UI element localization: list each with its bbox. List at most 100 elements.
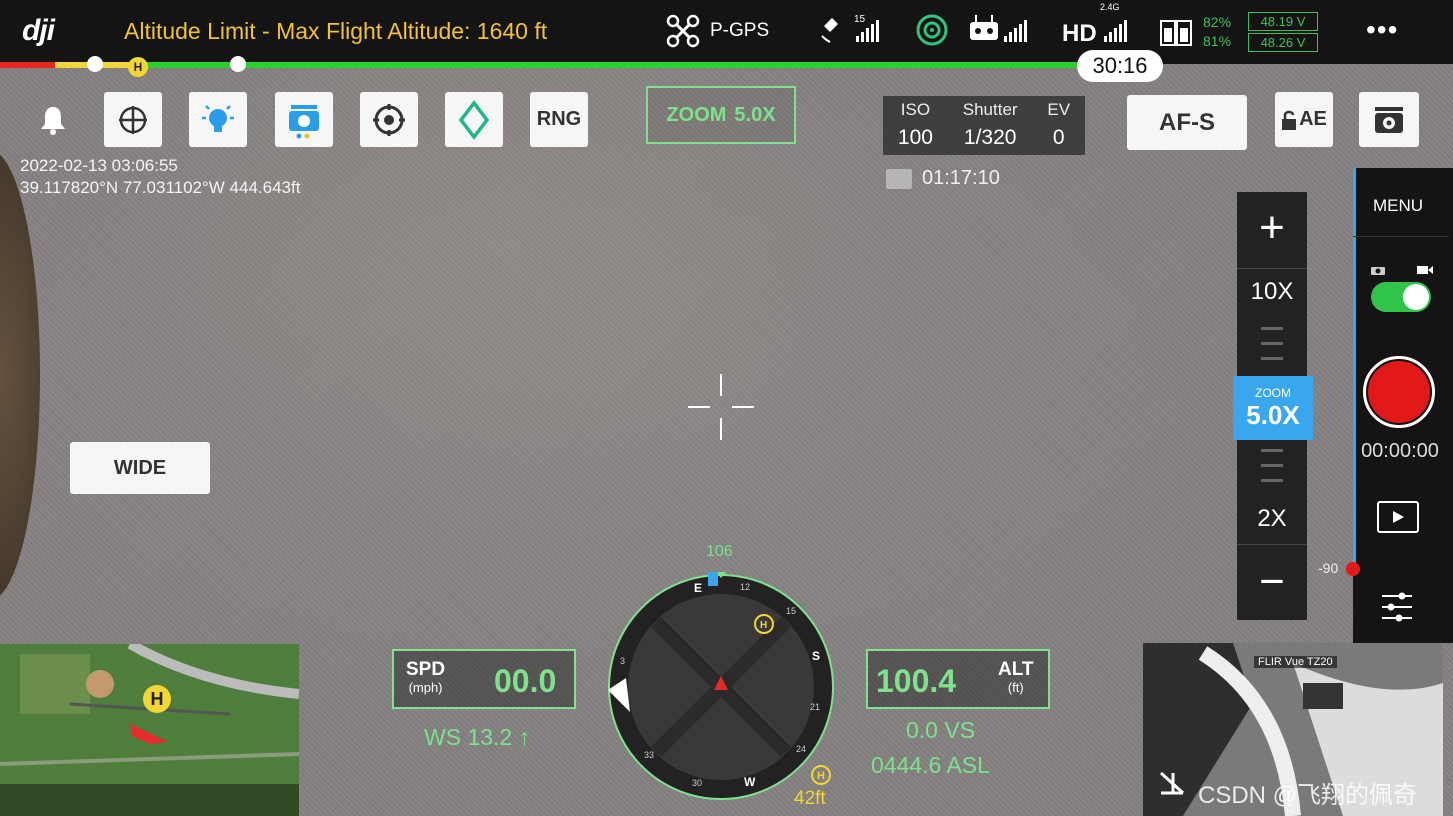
- compass-label-w: W: [744, 775, 756, 789]
- gps-status[interactable]: [820, 12, 856, 49]
- beacon-light-button[interactable]: [189, 92, 247, 147]
- gps-signal-bars-icon: [856, 20, 879, 47]
- sliders-adjust-icon[interactable]: [1380, 590, 1414, 629]
- compass-tick-21: 21: [810, 702, 820, 712]
- altitude-value: 100.4: [876, 663, 957, 699]
- photo-video-toggle[interactable]: [1371, 282, 1431, 312]
- zoom-preset-10x[interactable]: 10X: [1237, 278, 1307, 306]
- compass-tick-15: 15: [786, 606, 796, 616]
- hd-signal-bars-icon: [1104, 20, 1127, 47]
- crosshair-icon: [688, 374, 754, 440]
- altitude-label: ALT: [998, 659, 1034, 680]
- compass-tick-3: 3: [620, 656, 625, 666]
- drone-icon: [666, 14, 700, 48]
- minimap[interactable]: H: [0, 644, 299, 816]
- more-menu-button[interactable]: •••: [1366, 14, 1398, 46]
- iso-setting[interactable]: ISO 100: [898, 100, 933, 155]
- zoom-slider-handle[interactable]: ZOOM 5.0X: [1233, 376, 1313, 440]
- menu-button[interactable]: MENU: [1353, 196, 1443, 216]
- zoom-tick: [1261, 464, 1283, 467]
- compass-tick-33: 33: [644, 750, 654, 760]
- satellite-map: [0, 644, 299, 816]
- zoom-preset-2x[interactable]: 2X: [1237, 505, 1307, 533]
- zoom-tick: [1261, 449, 1283, 452]
- toggle-knob: [1403, 284, 1429, 310]
- gimbal-pitch-value: -90: [1318, 560, 1339, 576]
- panel-divider: [1353, 236, 1449, 237]
- battery-flight-progress-bar: [0, 56, 1090, 72]
- zoom-out-button[interactable]: −: [1237, 554, 1307, 610]
- iso-label: ISO: [900, 100, 931, 119]
- zoom-indicator[interactable]: ZOOM 5.0X: [646, 86, 796, 144]
- capture-panel: MENU 00:00:00: [1353, 168, 1453, 643]
- camera-stack-icon: [289, 104, 319, 138]
- location-info: 2022-02-13 03:06:55 39.117820°N 77.03110…: [20, 155, 300, 199]
- satellite-icon: [821, 18, 838, 43]
- thermal-camera-label: FLIR Vue TZ20: [1254, 656, 1337, 668]
- shutter-setting[interactable]: Shutter 1/320: [963, 100, 1018, 155]
- altitude-limit-alert[interactable]: Altitude Limit - Max Flight Altitude: 16…: [124, 18, 547, 45]
- bell-icon[interactable]: [38, 104, 68, 141]
- remote-controller-signal[interactable]: [968, 12, 1002, 51]
- ev-value: 0: [1052, 126, 1065, 149]
- ev-setting[interactable]: EV 0: [1047, 100, 1070, 155]
- zoom-in-button[interactable]: +: [1237, 200, 1307, 256]
- speed-unit: (mph): [408, 680, 443, 695]
- flight-mode[interactable]: P-GPS: [666, 14, 769, 48]
- zoom-indicator-value: 5.0X: [734, 103, 776, 126]
- compass-label-n: N: [616, 703, 625, 717]
- record-button[interactable]: [1363, 356, 1435, 428]
- altitude-label-group: ALT (ft): [998, 659, 1034, 697]
- heading-value: 106: [706, 543, 733, 560]
- gimbal-mode-button[interactable]: [104, 92, 162, 147]
- wide-camera-button[interactable]: WIDE: [70, 442, 210, 494]
- hd-signal[interactable]: HD: [1062, 20, 1097, 48]
- battery-percent: 82% 81%: [1203, 13, 1231, 51]
- zoom-handle-label: ZOOM: [1255, 386, 1291, 400]
- compass-attitude-indicator[interactable]: E S W N 12 15 21 24 30 33 3 H: [606, 572, 836, 802]
- ae-lock-button[interactable]: AE: [1275, 92, 1333, 147]
- minimap-home-marker: H: [143, 685, 171, 713]
- shutter-value: 1/320: [963, 126, 1017, 149]
- progress-low-marker: [87, 56, 103, 72]
- progress-return-marker: [230, 56, 246, 72]
- speed-indicator: SPD (mph) 00.0: [392, 649, 576, 709]
- hd-band-label: 2.4G: [1100, 2, 1120, 12]
- altitude-asl: 0444.6 ASL: [871, 752, 990, 778]
- speed-label-group: SPD (mph): [406, 660, 445, 697]
- progress-critical-segment: [0, 62, 55, 68]
- zoom-tick: [1261, 479, 1283, 482]
- camera-settings-button[interactable]: [1359, 92, 1419, 147]
- zoom-tick: [1261, 357, 1283, 360]
- focus-mode-button[interactable]: AF-S: [1127, 95, 1247, 150]
- top-status-bar: dji Altitude Limit - Max Flight Altitude…: [0, 0, 1453, 64]
- waypoint-button[interactable]: [445, 92, 503, 147]
- compass-tick-12: 12: [740, 582, 750, 592]
- battery-icon[interactable]: [1160, 18, 1200, 53]
- home-marker-icon: H: [128, 57, 148, 77]
- camera-switch-button[interactable]: [275, 92, 333, 147]
- zoom-divider: [1237, 268, 1307, 269]
- rng-rangefinder-button[interactable]: RNG: [530, 92, 588, 147]
- iso-value: 100: [897, 126, 933, 149]
- battery-2-percent: 81%: [1203, 33, 1232, 49]
- remote-position-marker: [708, 572, 718, 586]
- gimbal-pitch-track[interactable]: [1353, 168, 1356, 568]
- altitude-indicator: 100.4 ALT (ft): [866, 649, 1050, 709]
- svg-text:H: H: [760, 620, 767, 631]
- dji-logo[interactable]: dji: [22, 14, 55, 48]
- rng-label: RNG: [536, 108, 582, 130]
- recording-remaining-time: 01:17:10: [922, 167, 1000, 189]
- spotlight-target-button[interactable]: [360, 92, 418, 147]
- hd-label: HD: [1062, 20, 1097, 47]
- compass-label-e: E: [694, 581, 702, 595]
- sd-card-icon: [886, 168, 912, 189]
- gimbal-pitch-indicator[interactable]: [1346, 562, 1360, 576]
- playback-button[interactable]: [1377, 501, 1419, 533]
- exposure-settings-panel[interactable]: ISO 100 Shutter 1/320 EV 0: [883, 96, 1085, 155]
- battery-1-voltage: 48.19 V: [1248, 12, 1318, 31]
- vision-system-icon[interactable]: [914, 12, 950, 53]
- remaining-flight-time: 30:16: [1077, 50, 1163, 82]
- capture-datetime: 2022-02-13 03:06:55: [20, 156, 178, 175]
- light-bulb-icon: [202, 104, 234, 132]
